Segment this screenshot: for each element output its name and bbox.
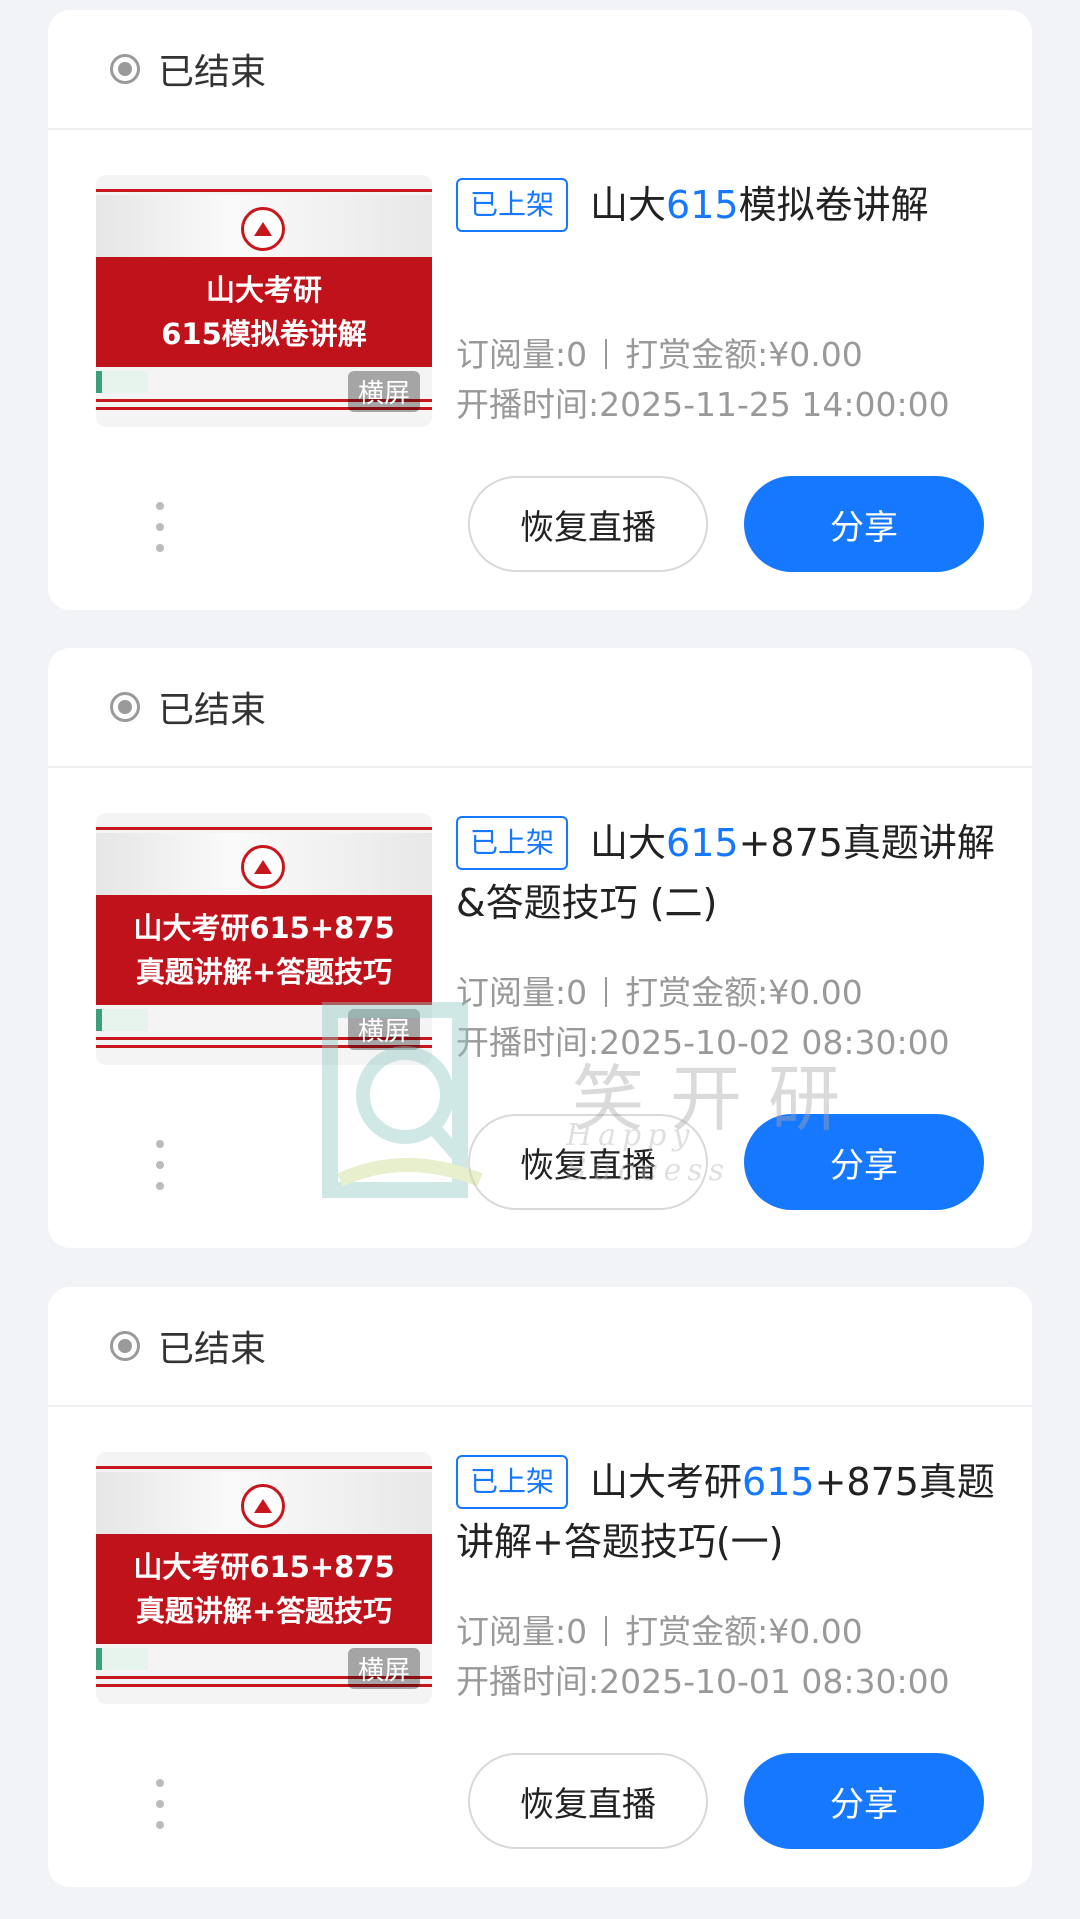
cover-line: 真题讲解+答题技巧	[135, 1594, 393, 1628]
resume-live-button[interactable]: 恢复直播	[468, 476, 708, 572]
listed-badge: 已上架	[456, 815, 569, 870]
listed-badge: 已上架	[456, 1454, 569, 1509]
live-title[interactable]: 已上架 山大615+875真题讲解&答题技巧 (二)	[456, 813, 1016, 933]
live-card: 已结束 山大考研615+875 真题讲解+答题技巧 横屏 已上架 山大615+87…	[48, 648, 1032, 1248]
orientation-tag: 横屏	[347, 1648, 420, 1689]
cover-banner: 山大考研615+875 真题讲解+答题技巧	[96, 1534, 432, 1644]
brand-logo-icon	[96, 1648, 148, 1670]
cover-line: 615模拟卷讲解	[161, 317, 367, 351]
title-text: 山大	[590, 821, 667, 865]
stats-row: 订阅量:0 打赏金额:¥0.00	[456, 330, 863, 380]
card-info: 已上架 山大615模拟卷讲解	[456, 175, 1016, 235]
orientation-tag: 横屏	[347, 1009, 420, 1050]
title-highlight: 615	[666, 821, 739, 865]
brand-logo-icon	[96, 371, 148, 393]
orientation-tag: 横屏	[347, 371, 420, 412]
stats-row: 订阅量:0 打赏金额:¥0.00	[456, 968, 863, 1018]
reward-amount: 打赏金额:¥0.00	[625, 335, 863, 374]
live-title[interactable]: 已上架 山大考研615+875真题讲解+答题技巧(一)	[456, 1452, 1016, 1572]
subscription-count: 订阅量:0	[456, 335, 588, 374]
resume-live-button[interactable]: 恢复直播	[468, 1114, 708, 1210]
radio-dot-icon	[110, 692, 140, 722]
cover-thumbnail[interactable]: 山大考研615+875 真题讲解+答题技巧 横屏	[96, 813, 432, 1065]
divider	[605, 338, 608, 369]
reward-amount: 打赏金额:¥0.00	[625, 1612, 863, 1651]
reward-amount: 打赏金额:¥0.00	[625, 973, 863, 1012]
live-card: 已结束 山大考研 615模拟卷讲解 横屏 已上架 山大615模拟卷讲解 订阅量:0…	[48, 10, 1032, 610]
radio-dot-icon	[110, 54, 140, 84]
start-time: 开播时间:2025-11-25 14:00:00	[456, 385, 950, 424]
card-info: 已上架 山大615+875真题讲解&答题技巧 (二)	[456, 813, 1016, 933]
cover-line: 山大考研	[205, 273, 322, 307]
title-text: 山大	[590, 183, 667, 227]
subscription-count: 订阅量:0	[456, 1612, 588, 1651]
more-options-icon[interactable]	[140, 1140, 180, 1190]
more-options-icon[interactable]	[140, 502, 180, 552]
status-label: 已结束	[158, 52, 267, 93]
university-logo-icon	[241, 1484, 285, 1528]
start-time: 开播时间:2025-10-02 08:30:00	[456, 1023, 950, 1062]
live-title[interactable]: 已上架 山大615模拟卷讲解	[456, 175, 1016, 235]
resume-live-button[interactable]: 恢复直播	[468, 1753, 708, 1849]
brand-logo-icon	[96, 1009, 148, 1031]
listed-badge: 已上架	[456, 177, 569, 232]
title-text: 山大考研	[590, 1460, 743, 1504]
card-header: 已结束	[48, 10, 1032, 130]
cover-banner: 山大考研 615模拟卷讲解	[96, 257, 432, 367]
cover-banner: 山大考研615+875 真题讲解+答题技巧	[96, 895, 432, 1005]
card-header: 已结束	[48, 1287, 1032, 1407]
cover-line: 山大考研615+875	[133, 1550, 395, 1584]
subscription-count: 订阅量:0	[456, 973, 588, 1012]
cover-line: 山大考研615+875	[133, 911, 395, 945]
status-label: 已结束	[158, 690, 267, 731]
start-time: 开播时间:2025-10-01 08:30:00	[456, 1662, 950, 1701]
cover-thumbnail[interactable]: 山大考研615+875 真题讲解+答题技巧 横屏	[96, 1452, 432, 1704]
stats-row: 订阅量:0 打赏金额:¥0.00	[456, 1607, 863, 1657]
radio-dot-icon	[110, 1331, 140, 1361]
university-logo-icon	[241, 207, 285, 251]
live-card: 已结束 山大考研615+875 真题讲解+答题技巧 横屏 已上架 山大考研615+…	[48, 1287, 1032, 1887]
title-highlight: 615	[666, 183, 739, 227]
more-options-icon[interactable]	[140, 1779, 180, 1829]
university-logo-icon	[241, 845, 285, 889]
card-info: 已上架 山大考研615+875真题讲解+答题技巧(一)	[456, 1452, 1016, 1572]
share-button[interactable]: 分享	[744, 1753, 984, 1849]
status-label: 已结束	[158, 1329, 267, 1370]
share-button[interactable]: 分享	[744, 1114, 984, 1210]
divider	[605, 1615, 608, 1646]
cover-thumbnail[interactable]: 山大考研 615模拟卷讲解 横屏	[96, 175, 432, 427]
card-header: 已结束	[48, 648, 1032, 768]
cover-line: 真题讲解+答题技巧	[135, 955, 393, 989]
title-text: 模拟卷讲解	[738, 183, 929, 227]
share-button[interactable]: 分享	[744, 476, 984, 572]
divider	[605, 976, 608, 1007]
title-highlight: 615	[742, 1460, 815, 1504]
